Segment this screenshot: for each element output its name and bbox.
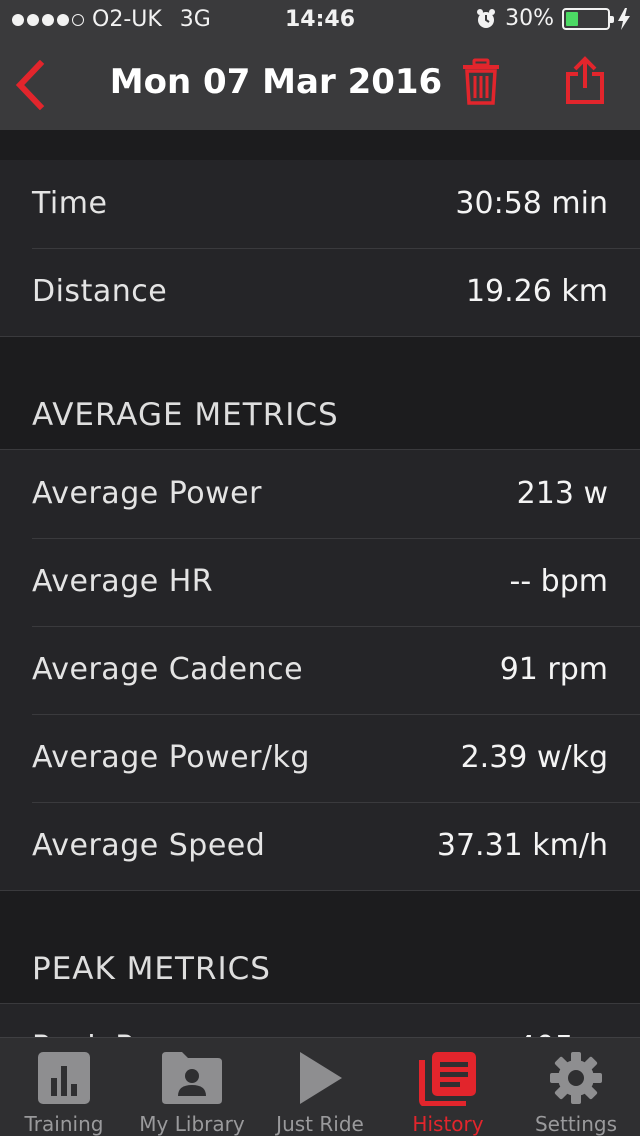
tab-training[interactable]: Training (0, 1038, 128, 1136)
metric-row-average-hr: Average HR -- bpm (0, 538, 640, 626)
share-icon[interactable] (562, 56, 608, 106)
average-metrics-header: AVERAGE METRICS (0, 337, 640, 449)
section-title: PEAK METRICS (32, 951, 271, 987)
folder-user-icon (162, 1052, 222, 1104)
summary-row-distance: Distance 19.26 km (0, 248, 640, 336)
play-icon (300, 1052, 342, 1104)
peak-metrics-group: Peak Power 405 w (0, 1004, 640, 1037)
peak-metrics-header: PEAK METRICS (0, 891, 640, 1003)
row-label: Average Power (32, 476, 262, 511)
navigation-bar: Mon 07 Mar 2016 (0, 40, 640, 130)
tab-label: History (412, 1112, 484, 1136)
row-value: 213 w (516, 476, 608, 511)
tab-settings[interactable]: Settings (512, 1038, 640, 1136)
battery-percent: 30% (505, 6, 554, 31)
workout-detail-scroll[interactable]: Time 30:58 min Distance 19.26 km AVERAGE… (0, 130, 640, 1037)
charging-bolt-icon (618, 7, 630, 30)
metric-row-average-power: Average Power 213 w (0, 450, 640, 538)
tab-just-ride[interactable]: Just Ride (256, 1038, 384, 1136)
row-label: Average Power/kg (32, 740, 310, 775)
row-label: Average Cadence (32, 652, 304, 687)
battery-icon (562, 7, 614, 30)
row-label: Average HR (32, 564, 214, 599)
row-label: Peak Power (32, 1004, 208, 1037)
status-right: 30% (475, 6, 630, 31)
tab-label: Settings (534, 1112, 618, 1136)
row-label: Distance (32, 274, 168, 309)
battery-fill (566, 11, 578, 26)
status-bar: O2-UK 3G 14:46 30% (0, 0, 640, 40)
row-value: 405 w (517, 1004, 608, 1037)
metric-row-peak-power: Peak Power 405 w (0, 1004, 640, 1037)
row-label: Time (32, 186, 108, 221)
tab-my-library[interactable]: My Library (128, 1038, 256, 1136)
tab-label: Just Ride (276, 1112, 364, 1136)
row-value: 19.26 km (465, 274, 608, 309)
history-list-icon (419, 1052, 476, 1106)
bar-chart-icon (38, 1052, 90, 1104)
alarm-clock-icon (477, 8, 496, 28)
tab-label: My Library (139, 1112, 245, 1136)
trash-icon[interactable] (460, 58, 502, 106)
average-metrics-group: Average Power 213 w Average HR -- bpm Av… (0, 450, 640, 890)
tab-bar: Training My Library Just Ride History Se… (0, 1037, 640, 1136)
metric-row-average-power-kg: Average Power/kg 2.39 w/kg (0, 714, 640, 802)
row-value: 91 rpm (499, 652, 608, 687)
summary-group: Time 30:58 min Distance 19.26 km (0, 160, 640, 336)
section-title: AVERAGE METRICS (32, 397, 339, 433)
row-value: 30:58 min (455, 186, 608, 221)
row-value: 2.39 w/kg (460, 740, 608, 775)
row-value: 37.31 km/h (436, 828, 608, 863)
metric-row-average-cadence: Average Cadence 91 rpm (0, 626, 640, 714)
tab-label: Training (24, 1112, 104, 1136)
summary-row-time: Time 30:58 min (0, 160, 640, 248)
top-bar: O2-UK 3G 14:46 30% Mon 07 Mar 2016 (0, 0, 640, 130)
metric-row-average-speed: Average Speed 37.31 km/h (0, 802, 640, 890)
row-label: Average Speed (32, 828, 266, 863)
tab-history[interactable]: History (384, 1038, 512, 1136)
battery-nub (610, 15, 614, 23)
row-value: -- bpm (509, 564, 609, 599)
gear-icon (550, 1052, 602, 1104)
